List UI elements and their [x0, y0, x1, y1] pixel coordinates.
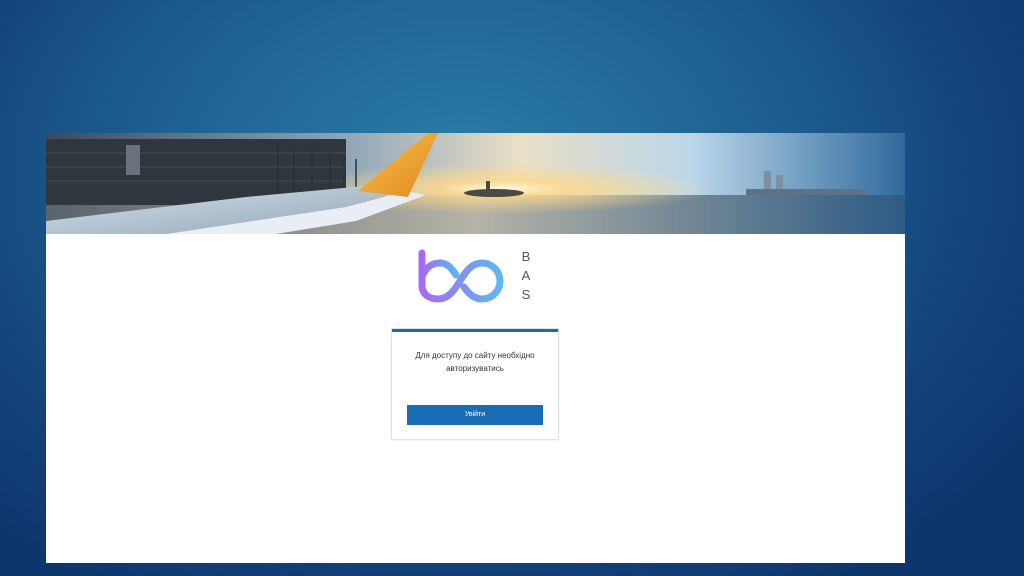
logo-letter-a: A [522, 268, 531, 283]
login-button[interactable]: Увійти [407, 405, 543, 425]
airport-runway-banner [46, 133, 905, 234]
login-card: Для доступу до сайту необхідно авторизув… [392, 329, 558, 439]
login-page: B A S Для доступу до сайту необхідно авт… [46, 133, 905, 563]
logo-letter-b: B [522, 249, 531, 264]
bas-logo: B A S [418, 247, 538, 305]
bas-logo-icon: B A S [418, 249, 531, 303]
logo-letter-s: S [522, 287, 531, 302]
login-message: Для доступу до сайту необхідно авторизув… [415, 351, 535, 373]
